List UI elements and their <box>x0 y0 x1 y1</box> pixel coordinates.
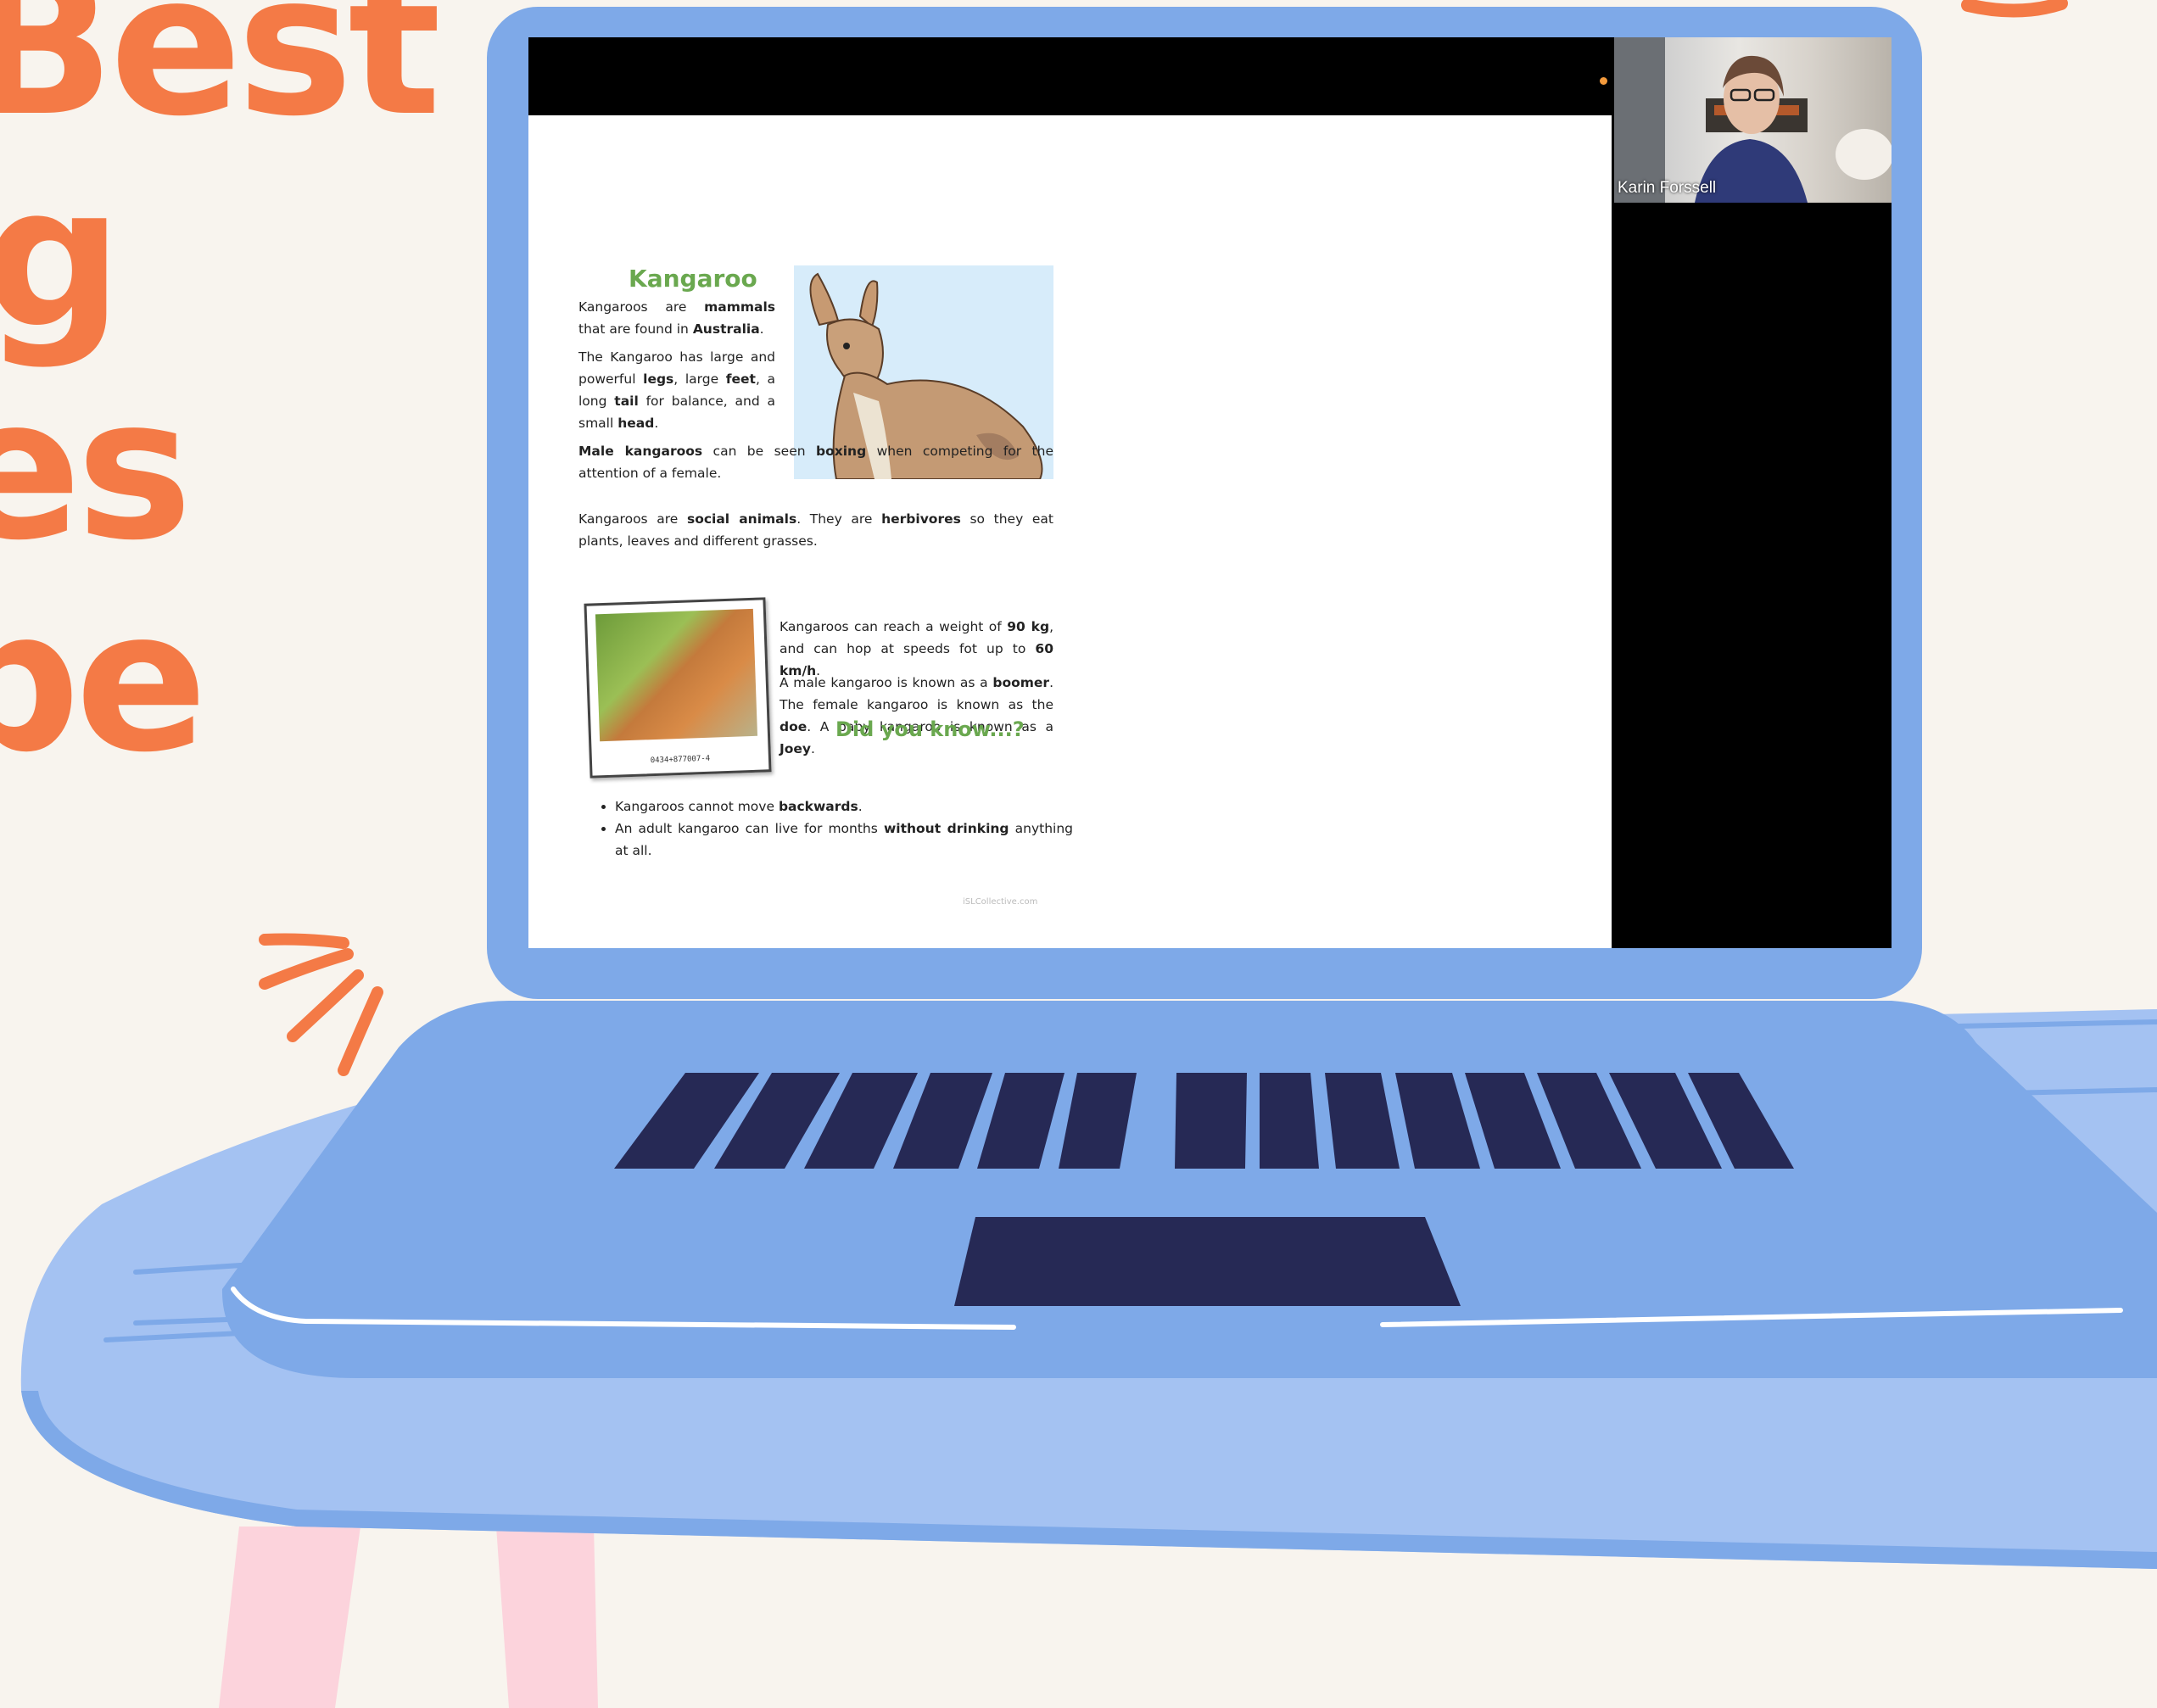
participant-name: Karin Forssell <box>1618 179 1717 197</box>
participant-avatar-icon <box>1614 37 1892 203</box>
trackpad <box>954 1217 1461 1306</box>
worksheet-title: Kangaroo <box>629 265 757 293</box>
table-leg-left <box>219 1527 360 1708</box>
facts-list: Kangaroos cannot move backwards. An adul… <box>596 795 1073 862</box>
video-participants-panel: Karin Forssell <box>1612 37 1892 948</box>
notification-dot <box>1600 77 1607 85</box>
keyboard <box>614 1073 1794 1169</box>
table-leg-middle <box>496 1527 598 1708</box>
sleeping-kangaroo-image <box>595 608 758 742</box>
worksheet-paragraph-4: Kangaroos are social animals. They are h… <box>578 511 1054 549</box>
fact-item: An adult kangaroo can live for months wi… <box>615 818 1073 862</box>
worksheet-paragraph-2: The Kangaroo has large and powerful legs… <box>578 349 775 431</box>
participant-video-tile[interactable]: Karin Forssell <box>1614 37 1892 203</box>
laptop-screen: Kangaroo Kangaroos are mammals that are … <box>528 37 1892 948</box>
sparkle-icon <box>259 933 383 1076</box>
worksheet-paragraph-6: A male kangaroo is known as a boomer. Th… <box>780 675 1053 756</box>
fact-item: Kangaroos cannot move backwards. <box>615 795 1073 818</box>
photo-caption: 0434+877007-4 <box>650 754 711 766</box>
top-right-stroke-icon <box>1961 0 2068 18</box>
worksheet-paragraph-1: Kangaroos are mammals that are found in … <box>578 299 775 337</box>
did-you-know-title: Did you know...? <box>835 717 1025 741</box>
worksheet-paragraph-3: Male kangaroos can be seen boxing when c… <box>578 444 1053 481</box>
shared-document: Kangaroo Kangaroos are mammals that are … <box>528 115 1612 948</box>
kangaroo-photo: 0434+877007-4 <box>584 597 772 779</box>
watermark: iSLCollective.com <box>963 897 1038 907</box>
